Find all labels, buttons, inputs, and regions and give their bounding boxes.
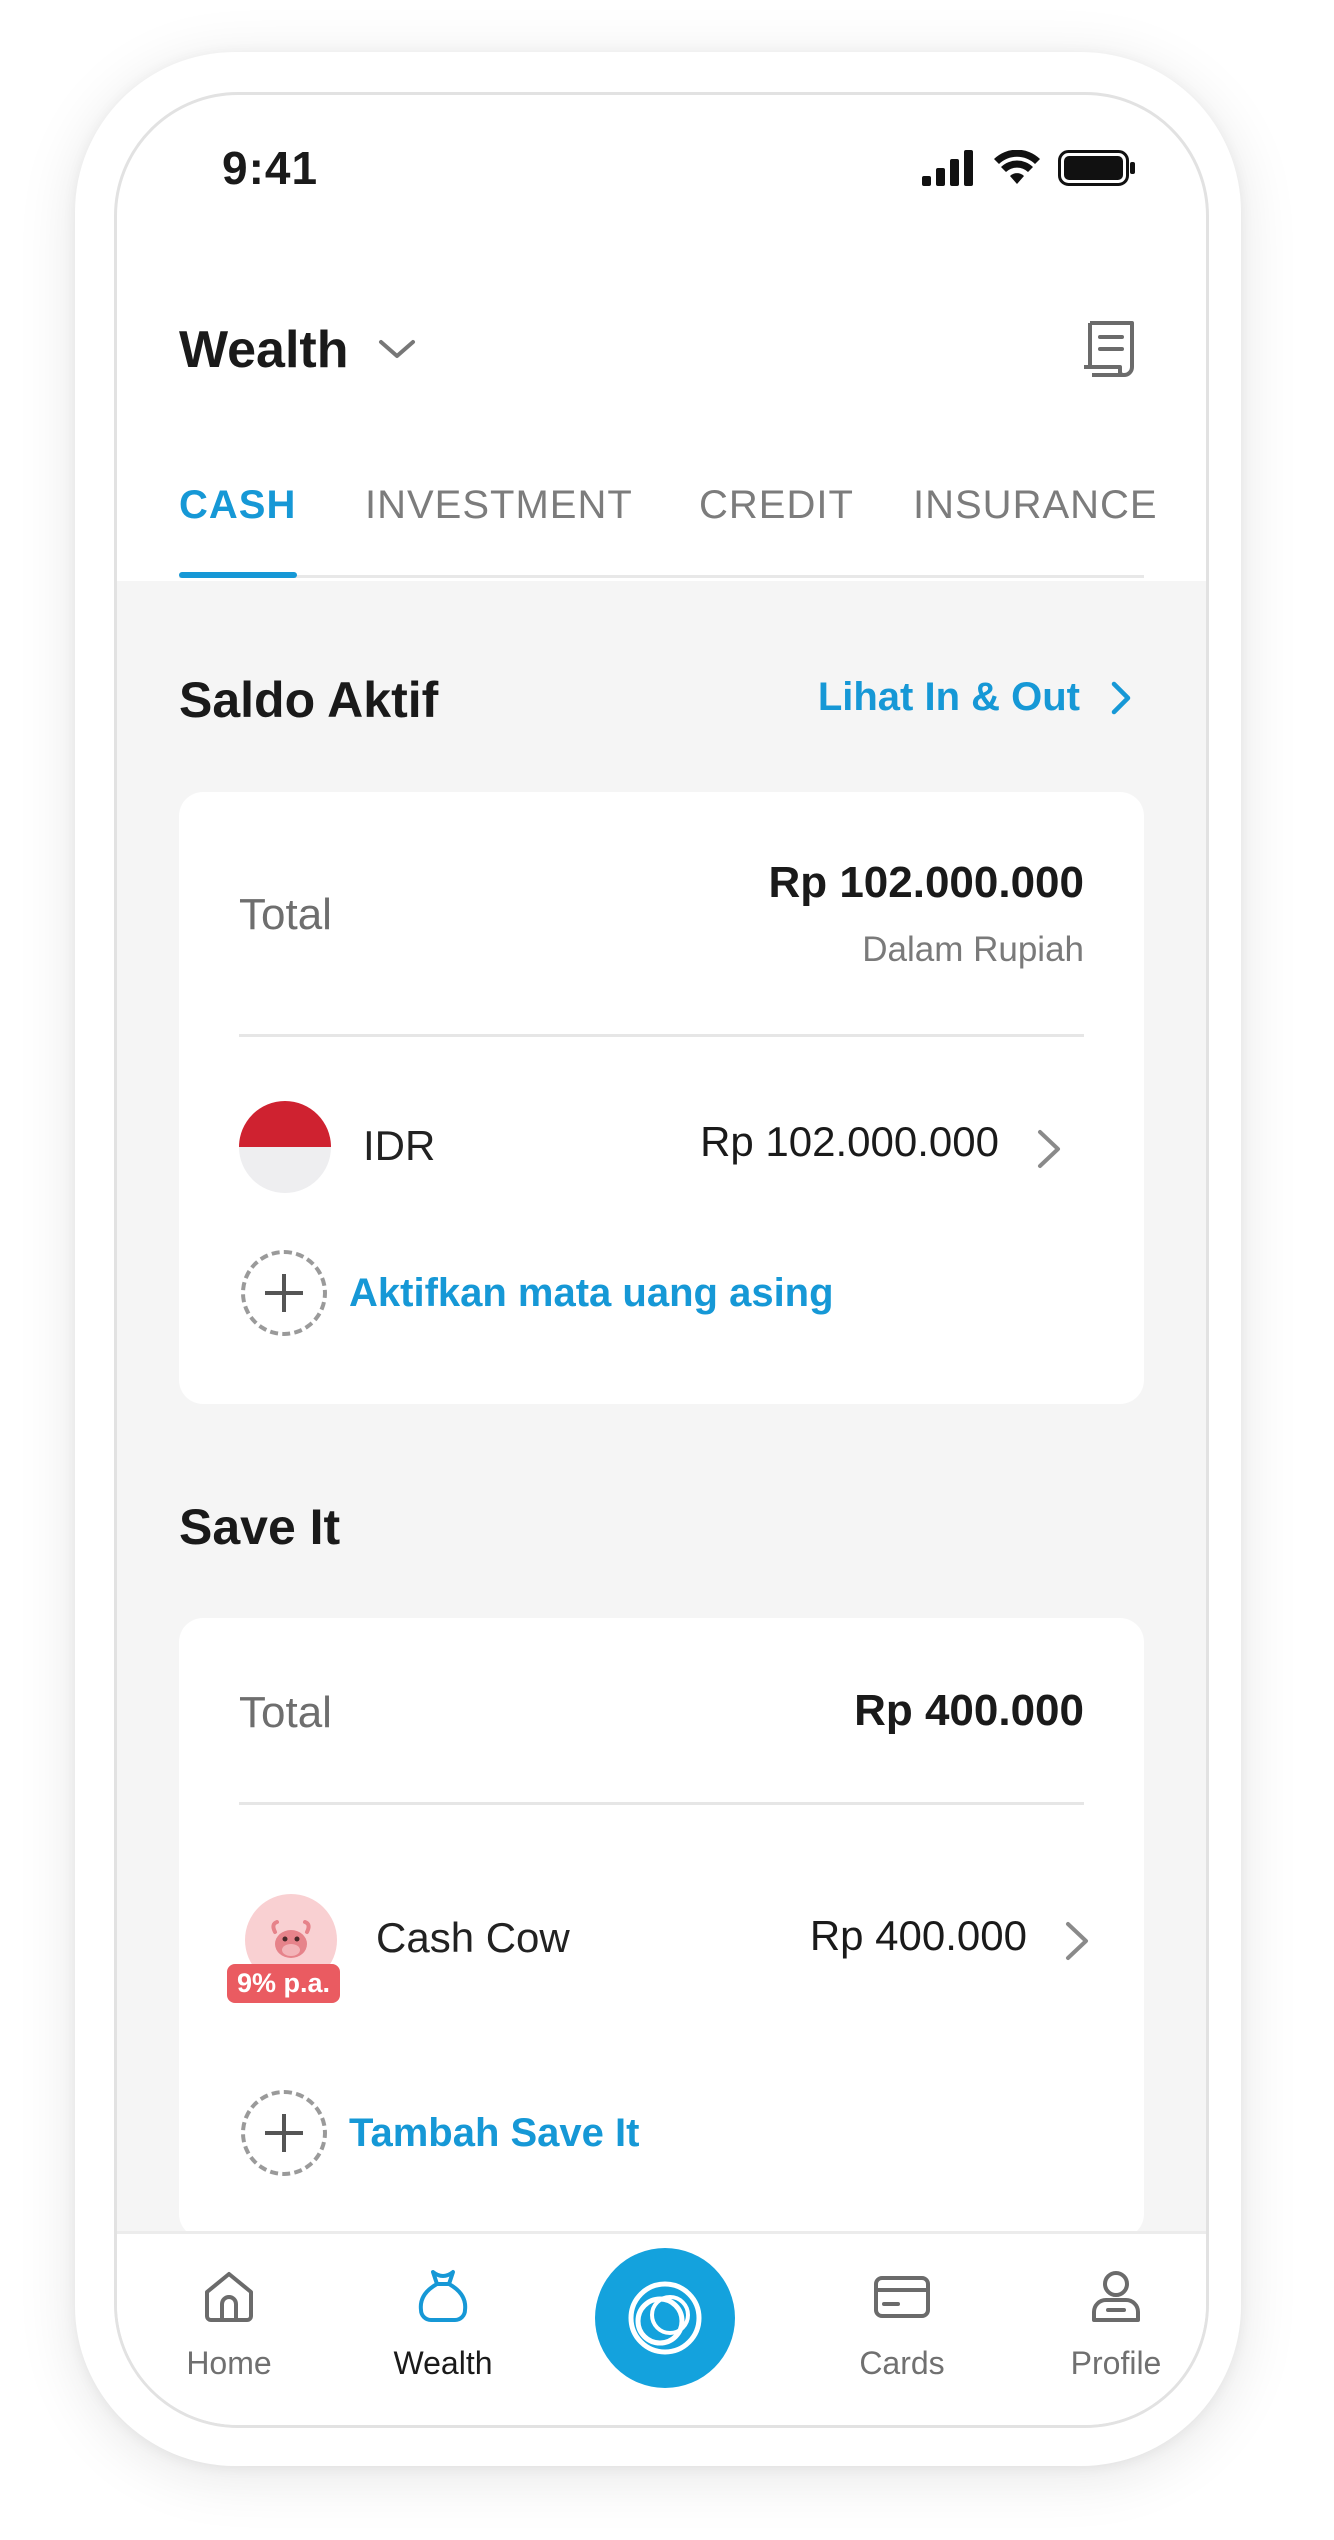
total-label: Total [239,1688,332,1737]
home-icon [205,2272,253,2322]
chevron-right-icon [1111,681,1131,714]
save-it-row-cash-cow[interactable]: 9% p.a. Cash Cow Rp 400.000 [179,1894,1144,2014]
chevron-right-icon [1066,1922,1088,1960]
battery-icon [1058,150,1135,186]
wifi-icon [994,150,1040,184]
phone-screen: 9:41 Wealth CASH INVESTMENT CREDIT INSUR… [114,92,1209,2428]
indonesia-flag-icon [239,1101,331,1193]
chevron-down-icon [378,340,415,358]
save-it-name: Cash Cow [376,1914,570,1961]
lihat-in-out-link[interactable]: Lihat In & Out [818,675,1132,720]
page-title: Wealth [179,321,349,379]
divider [239,1034,1084,1037]
header: Wealth [117,295,1206,405]
save-it-card: Total Rp 400.000 9% p.a. Cash Cow Rp 400… [179,1618,1144,2238]
card-icon [874,2276,930,2318]
money-bag-icon [418,2270,468,2322]
lihat-in-out-label: Lihat In & Out [817,675,1080,719]
content-area: Saldo Aktif Lihat In & Out Total Rp 102.… [117,581,1206,2281]
account-amount: Rp 102.000.000 [700,1118,999,1165]
nav-wealth-label: Wealth [393,2345,493,2381]
total-label: Total [239,890,332,939]
add-icon [241,2090,327,2176]
total-currency-note: Dalam Rupiah [862,930,1084,969]
active-tab-indicator [179,572,297,578]
total-amount: Rp 400.000 [854,1686,1084,1735]
statement-icon[interactable] [1078,317,1144,383]
nav-cards-label: Cards [859,2345,945,2381]
chevron-right-icon [1038,1130,1060,1168]
status-time: 9:41 [222,142,319,194]
nav-home[interactable]: Home [149,2264,309,2382]
status-bar: 9:41 [117,95,1206,245]
divider [239,1802,1084,1805]
profile-icon [1092,2271,1140,2322]
add-icon [241,1250,327,1336]
saldo-aktif-card: Total Rp 102.000.000 Dalam Rupiah IDR Rp… [179,792,1144,1404]
activate-foreign-currency-button[interactable]: Aktifkan mata uang asing [241,1250,834,1336]
account-currency: IDR [363,1122,436,1169]
section-title-saldo-aktif: Saldo Aktif [179,672,439,728]
center-action-button[interactable] [595,2248,735,2388]
wealth-dropdown[interactable]: Wealth [179,295,417,405]
tab-bar: CASH INVESTMENT CREDIT INSURANCE [179,463,1157,578]
add-save-it-button[interactable]: Tambah Save It [241,2090,639,2176]
status-icons [922,150,1136,186]
tab-investment[interactable]: INVESTMENT [365,483,633,528]
add-save-it-label: Tambah Save It [349,2110,640,2155]
tab-credit[interactable]: CREDIT [699,483,854,528]
nav-profile-label: Profile [1070,2345,1162,2381]
tab-insurance[interactable]: INSURANCE [913,483,1158,528]
bottom-nav: Home Wealth Cards Profile [117,2231,1206,2425]
activate-foreign-currency-label: Aktifkan mata uang asing [349,1270,834,1315]
save-it-amount: Rp 400.000 [809,1912,1027,1959]
total-amount: Rp 102.000.000 [768,858,1084,907]
nav-profile[interactable]: Profile [1036,2264,1196,2382]
signal-icon [922,150,973,186]
nav-wealth[interactable]: Wealth [363,2264,523,2382]
account-row-idr[interactable]: IDR Rp 102.000.000 [179,1092,1144,1202]
interest-rate-badge: 9% p.a. [227,1964,341,2003]
nav-cards[interactable]: Cards [822,2264,982,2382]
rings-logo-icon [628,2281,702,2355]
section-title-save-it: Save It [179,1499,341,1555]
tab-cash[interactable]: CASH [179,483,296,528]
nav-home-label: Home [186,2345,272,2381]
